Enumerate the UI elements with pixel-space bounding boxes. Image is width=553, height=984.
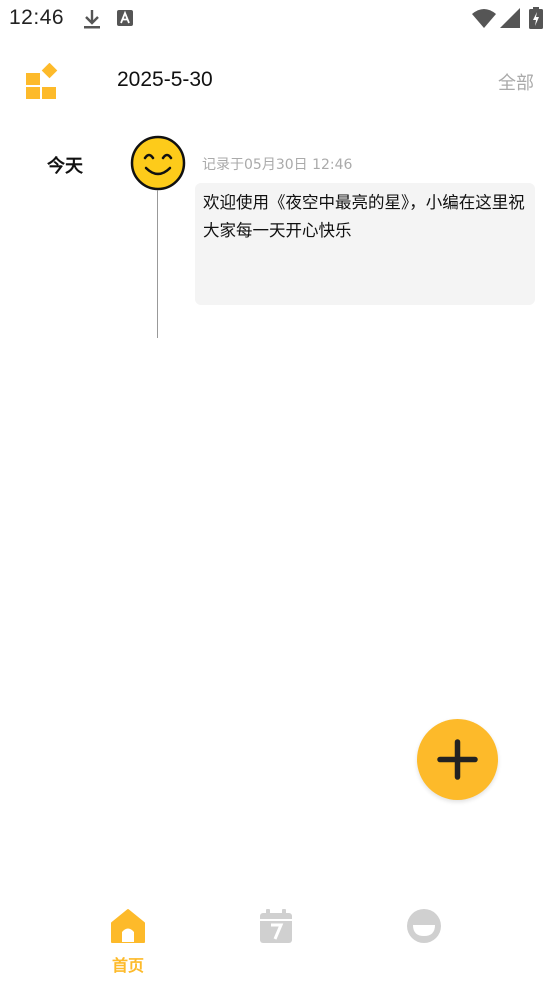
add-entry-button[interactable] xyxy=(417,719,498,800)
nav-home[interactable]: 首页 xyxy=(88,900,168,980)
status-time: 12:46 xyxy=(9,6,65,29)
header: 2025-5-30 全部 xyxy=(0,55,553,111)
entry-day-label: 今天 xyxy=(47,156,83,177)
battery-icon xyxy=(529,7,543,29)
header-date: 2025-5-30 xyxy=(117,68,213,91)
bottom-nav: 首页 xyxy=(0,900,553,984)
entry-card[interactable]: 欢迎使用《夜空中最亮的星》，小编在这里祝大家每一天开心快乐 xyxy=(195,183,535,305)
status-bar: 12:46 xyxy=(0,0,553,38)
signal-icon xyxy=(500,8,520,28)
all-filter-link[interactable]: 全部 xyxy=(498,69,534,95)
home-icon xyxy=(111,909,145,943)
plus-icon xyxy=(437,739,478,780)
nav-calendar[interactable] xyxy=(236,900,316,980)
grid-menu-icon[interactable] xyxy=(24,63,60,99)
download-icon xyxy=(84,10,100,29)
record-time: 记录于05月30日 12:46 xyxy=(202,157,353,173)
a-icon xyxy=(117,10,133,26)
nav-profile[interactable] xyxy=(384,900,464,980)
nav-home-label: 首页 xyxy=(111,956,144,975)
smiley-face-icon xyxy=(130,135,186,191)
calendar-icon xyxy=(260,909,292,943)
profile-icon xyxy=(407,909,441,943)
timeline-line xyxy=(157,190,158,338)
wifi-icon xyxy=(472,9,496,28)
entry-text: 欢迎使用《夜空中最亮的星》，小编在这里祝大家每一天开心快乐 xyxy=(203,193,525,240)
